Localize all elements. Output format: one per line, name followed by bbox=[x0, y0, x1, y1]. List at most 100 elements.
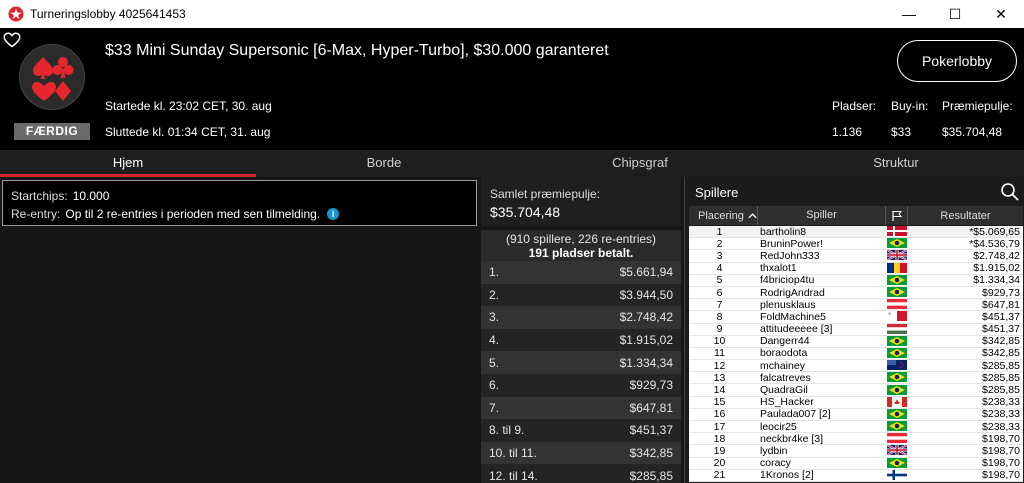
prize-amount: $5.661,94 bbox=[619, 265, 673, 280]
player-row[interactable]: 10 Dangerr44 $342,85 bbox=[689, 335, 1023, 348]
column-place-label: Placering bbox=[698, 209, 744, 222]
player-row[interactable]: 9 attitudeeeee [3] $451,37 bbox=[689, 323, 1023, 336]
reentry-value: Op til 2 re-entries i perioden med sen t… bbox=[65, 207, 321, 221]
prize-place: 4. bbox=[489, 333, 500, 348]
player-flag bbox=[886, 433, 908, 444]
close-button[interactable]: ✕ bbox=[978, 0, 1024, 28]
players-list[interactable]: 1 bartholin8 *$5.069,65 2 BruninPower! *$4.53… bbox=[689, 226, 1023, 482]
player-name: Dangerr44 bbox=[760, 335, 810, 348]
player-row[interactable]: 3 RedJohn333 $2.748,42 bbox=[689, 249, 1023, 263]
player-place: 19 bbox=[713, 444, 726, 457]
tab-tables[interactable]: Borde bbox=[256, 150, 512, 177]
prizepool-total-value: $35.704,48 bbox=[490, 204, 561, 220]
player-place: 16 bbox=[713, 408, 726, 421]
paid-places: 191 pladser betalt. bbox=[528, 246, 634, 260]
search-icon[interactable] bbox=[1000, 182, 1020, 202]
prize-place: 10. til 11. bbox=[489, 446, 537, 461]
prize-row: 2. $3.944,50 bbox=[481, 283, 681, 307]
player-row[interactable]: 8 FoldMachine5 $451,37 bbox=[689, 310, 1023, 324]
flag-fi-icon bbox=[887, 469, 907, 480]
home-info-pane: Startchips: 10.000 Re-entry: Op til 2 re… bbox=[0, 177, 481, 483]
prize-row: 10. til 11. $342,85 bbox=[481, 441, 681, 465]
flag-dk-icon bbox=[887, 226, 907, 237]
player-row[interactable]: 21 1Kronos [2] $198,70 bbox=[689, 469, 1023, 482]
player-row[interactable]: 1 bartholin8 *$5.069,65 bbox=[689, 226, 1023, 239]
prize-place: 3. bbox=[489, 310, 500, 325]
prizepool-total-label: Samlet præmiepulje: bbox=[490, 187, 601, 201]
player-result: $1.334,34 bbox=[973, 274, 1020, 287]
player-name: RedJohn333 bbox=[760, 249, 820, 262]
player-result: $929,73 bbox=[982, 286, 1020, 299]
flag-br-icon bbox=[887, 347, 907, 358]
player-place: 6 bbox=[716, 286, 723, 299]
flag-br-icon bbox=[887, 274, 907, 285]
tab-chipgraph[interactable]: Chipsgraf bbox=[512, 150, 768, 177]
column-results[interactable]: Resultater bbox=[908, 210, 1023, 222]
player-row[interactable]: 17 leocir25 $238,33 bbox=[689, 421, 1023, 434]
player-result: $198,70 bbox=[982, 444, 1020, 457]
title-bar: Turneringslobby 4025641453 — ☐ ✕ bbox=[0, 0, 1024, 28]
player-result: $342,85 bbox=[982, 347, 1020, 360]
player-row[interactable]: 15 HS_Hacker $238,33 bbox=[689, 396, 1023, 409]
prize-row: 3. $2.748,42 bbox=[481, 306, 681, 329]
player-flag bbox=[886, 372, 908, 383]
player-row[interactable]: 11 boraodota $342,85 bbox=[689, 347, 1023, 361]
player-flag bbox=[886, 347, 908, 359]
tab-structure[interactable]: Struktur bbox=[768, 150, 1024, 177]
player-row[interactable]: 19 lydbin $198,70 bbox=[689, 444, 1023, 458]
entries-count: (910 spillere, 226 re-entries) bbox=[505, 232, 657, 246]
player-result: $198,70 bbox=[982, 432, 1020, 445]
player-row[interactable]: 12 mchainey $285,85 bbox=[689, 360, 1023, 373]
player-flag bbox=[886, 299, 908, 310]
maximize-button[interactable]: ☐ bbox=[932, 0, 978, 28]
player-row[interactable]: 14 QuadraGil $285,85 bbox=[689, 384, 1023, 397]
player-result: *$4.536,79 bbox=[969, 237, 1020, 250]
prize-summary: (910 spillere, 226 re-entries) 191 plads… bbox=[481, 230, 681, 262]
player-row[interactable]: 5 f4briciop4tu $1.334,34 bbox=[689, 274, 1023, 287]
info-icon[interactable]: i bbox=[327, 208, 340, 220]
player-row[interactable]: 7 plenusklaus $647,81 bbox=[689, 298, 1023, 312]
prize-list[interactable]: 1. $5.661,94 2. $3.944,50 3. $2.748,42 4. $1.91… bbox=[481, 261, 681, 483]
player-place: 7 bbox=[716, 298, 723, 311]
player-name: FoldMachine5 bbox=[760, 310, 826, 323]
prize-amount: $285,85 bbox=[629, 468, 673, 483]
column-player[interactable]: Spiller bbox=[758, 206, 886, 225]
tab-bar: Hjem Borde Chipsgraf Struktur bbox=[0, 150, 1024, 177]
column-place[interactable]: Placering bbox=[689, 206, 758, 225]
favorite-heart-icon[interactable] bbox=[3, 32, 21, 48]
prize-amount: $342,85 bbox=[629, 446, 673, 461]
flag-br-icon bbox=[887, 238, 907, 249]
player-flag bbox=[886, 323, 908, 335]
prize-amount: $647,81 bbox=[629, 400, 673, 415]
player-place: 13 bbox=[713, 371, 726, 384]
player-flag bbox=[886, 445, 908, 456]
player-row[interactable]: 6 RodrigAndrad $929,73 bbox=[689, 286, 1023, 300]
player-result: $451,37 bbox=[982, 323, 1020, 336]
player-name: 1Kronos [2] bbox=[760, 469, 814, 482]
player-result: $285,85 bbox=[982, 384, 1020, 397]
prizepool-value: $35.704,48 bbox=[942, 125, 1003, 139]
prize-amount: $3.944,50 bbox=[619, 287, 673, 302]
player-result: $647,81 bbox=[982, 298, 1020, 311]
player-flag bbox=[886, 457, 908, 469]
player-flag bbox=[886, 226, 908, 237]
player-name: coracy bbox=[760, 457, 791, 470]
player-row[interactable]: 2 BruninPower! *$4.536,79 bbox=[689, 237, 1023, 251]
column-country[interactable] bbox=[886, 206, 908, 225]
flag-ca-icon bbox=[887, 396, 907, 407]
player-result: $285,85 bbox=[982, 371, 1020, 384]
seats-value: 1.136 bbox=[832, 125, 863, 139]
player-name: lydbin bbox=[760, 444, 788, 457]
pokerstars-star-icon bbox=[8, 6, 24, 22]
player-place: 8 bbox=[716, 310, 723, 323]
player-row[interactable]: 20 coracy $198,70 bbox=[689, 457, 1023, 470]
tab-home[interactable]: Hjem bbox=[0, 150, 256, 177]
prize-row: 12. til 14. $285,85 bbox=[481, 464, 681, 483]
player-row[interactable]: 4 thxalot1 $1.915,02 bbox=[689, 262, 1023, 275]
minimize-button[interactable]: — bbox=[886, 0, 932, 28]
player-row[interactable]: 13 falcatreves $285,85 bbox=[689, 371, 1023, 385]
player-row[interactable]: 16 Paulada007 [2] $238,33 bbox=[689, 408, 1023, 421]
poker-lobby-button[interactable]: Pokerlobby bbox=[897, 40, 1017, 82]
player-place: 11 bbox=[714, 347, 725, 360]
player-row[interactable]: 18 neckbr4ke [3] $198,70 bbox=[689, 432, 1023, 446]
